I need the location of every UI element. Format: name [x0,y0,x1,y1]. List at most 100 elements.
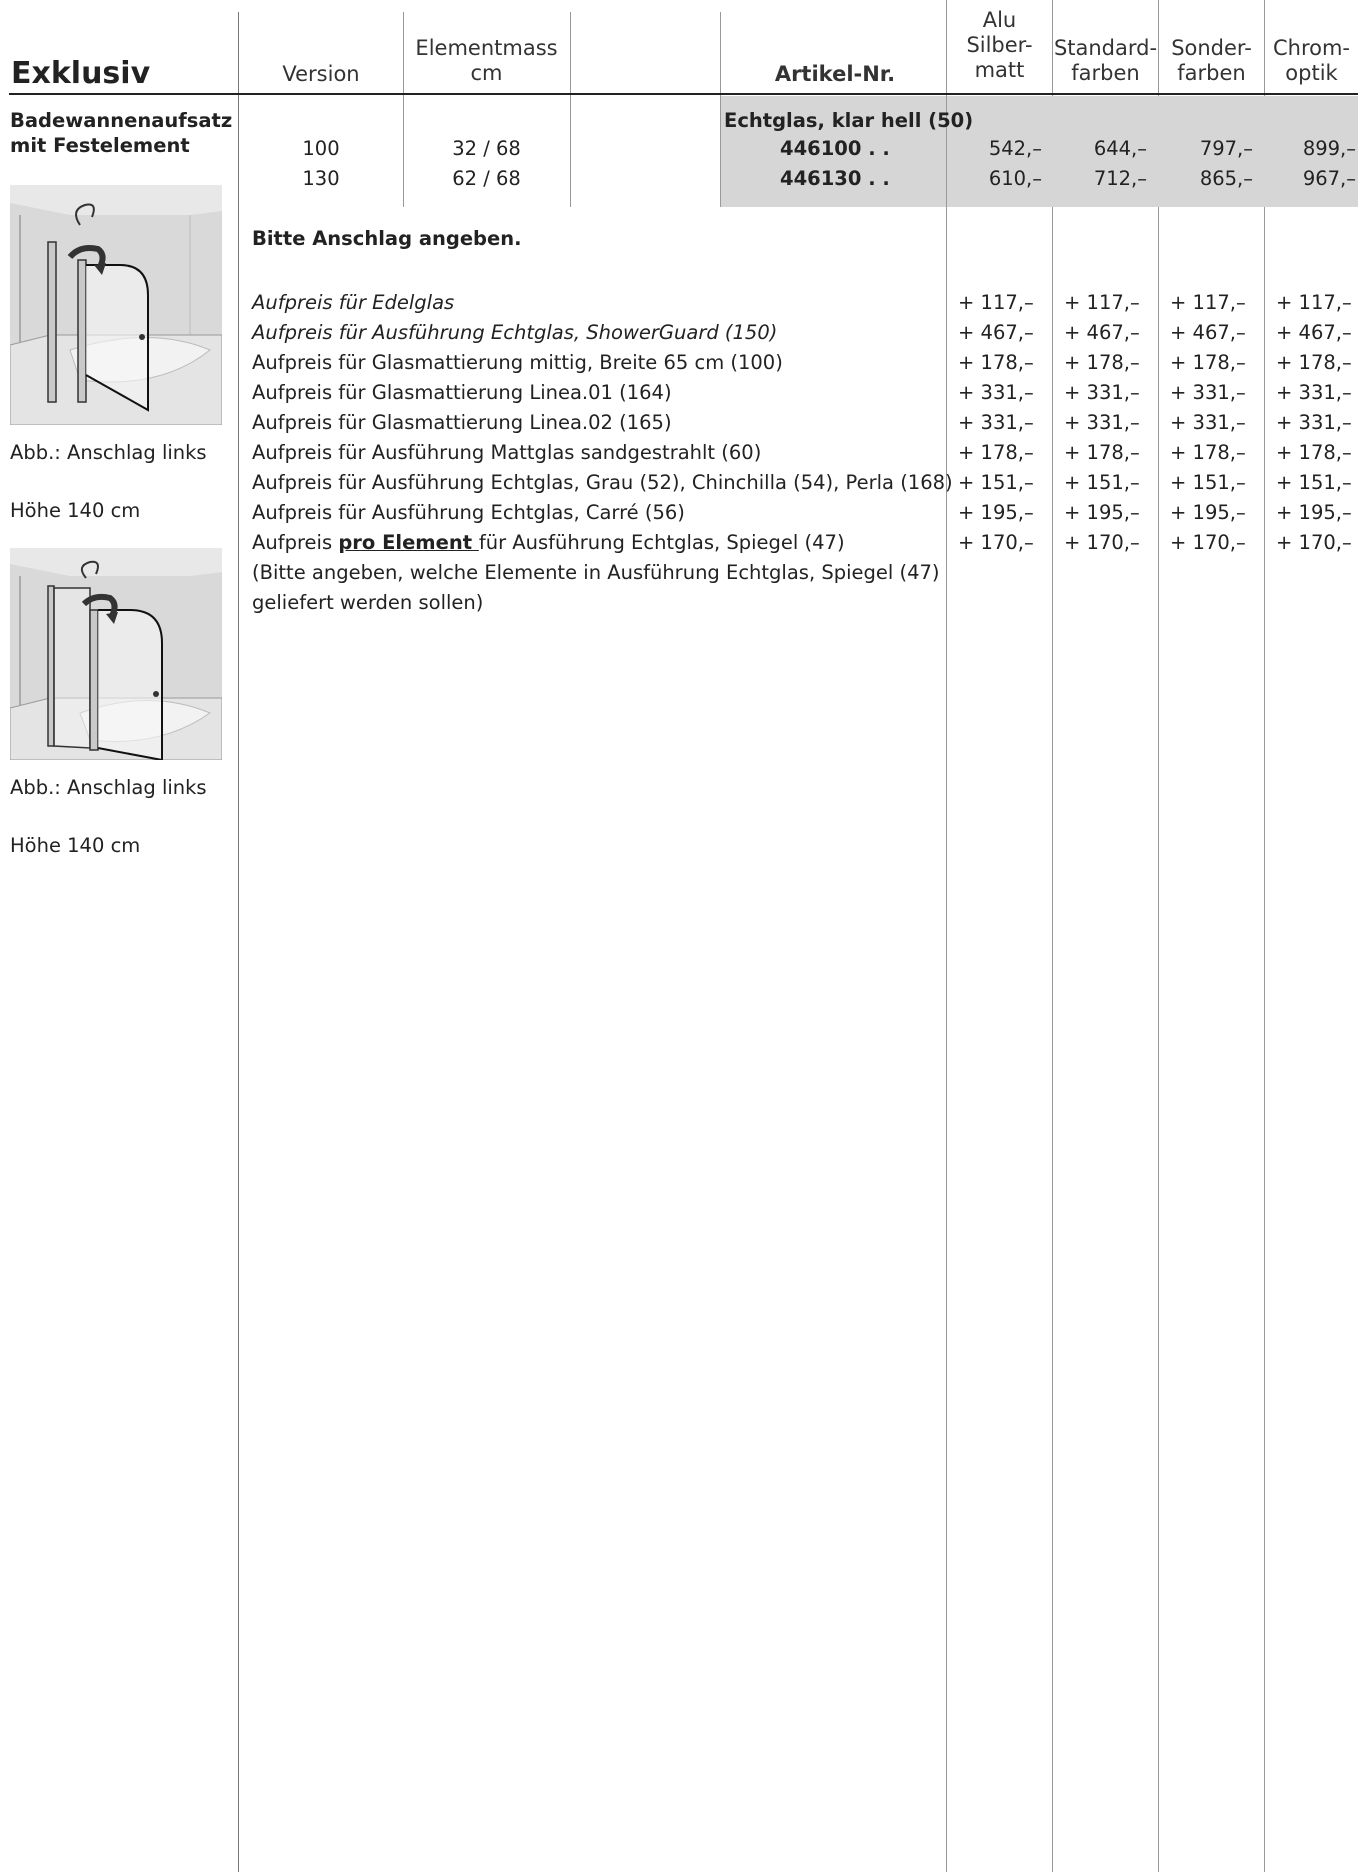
image-caption: Abb.: Anschlag links [10,776,207,799]
surcharge-price-alu: + 331,– [958,381,1034,404]
surcharge-price-sonder: + 178,– [1170,441,1246,464]
header-std-line1: Standard- [1053,36,1158,60]
surcharge-price-chrom: + 178,– [1276,351,1352,374]
image-height: Höhe 140 cm [10,499,141,522]
header-artikel: Artikel-Nr. [774,62,896,86]
product-name-line2: mit Festelement [10,134,190,157]
surcharge-label: Aufpreis für Ausführung Echtglas, Carré … [252,501,685,524]
image-height: Höhe 140 cm [10,834,141,857]
divider-mass [570,12,571,207]
divider-left [238,12,239,1872]
surcharge-price-chrom: + 151,– [1276,471,1352,494]
divider-alu [946,0,947,1872]
row-price-sonder: 865,– [1199,167,1253,190]
surcharge-price-std: + 331,– [1064,411,1140,434]
header-elementmass: Elementmass cm [404,36,569,86]
surcharge-label: Aufpreis für Glasmattierung Linea.01 (16… [252,381,672,404]
surcharge-price-chrom: + 331,– [1276,411,1352,434]
header-alu-line2: Silber- [966,33,1033,57]
header-std-line2: farben [1071,61,1140,85]
header-version: Version [282,62,360,86]
shower-screen-icon [10,185,222,425]
spiegel-price-std: + 170,– [1064,531,1140,554]
product-name: Badewannenaufsatz mit Festelement [10,108,232,158]
surcharge-label: Aufpreis für Ausführung Mattglas sandges… [252,441,762,464]
surcharge-label: Aufpreis für Glasmattierung mittig, Brei… [252,351,783,374]
surcharge-price-chrom: + 195,– [1276,501,1352,524]
spiegel-price-chrom: + 170,– [1276,531,1352,554]
spiegel-note-1: (Bitte angeben, welche Elemente in Ausfü… [252,561,940,584]
surcharge-price-alu: + 178,– [958,441,1034,464]
spiegel-label: Aufpreis pro Element für Ausführung Echt… [252,530,845,555]
divider-sonder [1158,0,1159,1872]
surcharge-price-alu: + 117,– [958,291,1034,314]
header-sonder-line2: farben [1177,61,1246,85]
surcharge-price-std: + 178,– [1064,441,1140,464]
anschlag-note: Bitte Anschlag angeben. [252,227,522,250]
row-version: 100 [302,137,340,160]
surcharge-price-chrom: + 331,– [1276,381,1352,404]
header-rule [9,93,1358,95]
surcharge-price-alu: + 331,– [958,411,1034,434]
surcharge-price-chrom: + 467,– [1276,321,1352,344]
spiegel-price-sonder: + 170,– [1170,531,1246,554]
shower-screen-illustration-1 [10,185,222,425]
surcharge-price-std: + 117,– [1064,291,1140,314]
surcharge-price-alu: + 195,– [958,501,1034,524]
surcharge-price-std: + 151,– [1064,471,1140,494]
row-price-std: 644,– [1093,137,1147,160]
header-std: Standard- farben [1053,36,1158,86]
row-artikel: 446130 . . [780,167,890,190]
divider-chrom [1264,0,1265,1872]
surcharge-label: Aufpreis für Ausführung Echtglas, Grau (… [252,471,953,494]
divider-std [1052,0,1053,1872]
surcharge-price-sonder: + 331,– [1170,411,1246,434]
spiegel-price-alu: + 170,– [958,531,1034,554]
spiegel-bold: pro Element [338,531,479,554]
row-price-sonder: 797,– [1199,137,1253,160]
row-price-alu: 542,– [988,137,1042,160]
surcharge-label: Aufpreis für Glasmattierung Linea.02 (16… [252,411,672,434]
surcharge-price-chrom: + 178,– [1276,441,1352,464]
image-caption: Abb.: Anschlag links [10,441,207,464]
surcharge-price-alu: + 151,– [958,471,1034,494]
row-price-std: 712,– [1093,167,1147,190]
surcharge-price-std: + 467,– [1064,321,1140,344]
shower-screen-illustration-2 [10,548,222,760]
surcharge-price-sonder: + 331,– [1170,381,1246,404]
surcharge-label: Aufpreis für Ausführung Echtglas, Shower… [252,321,778,344]
surcharge-price-sonder: + 151,– [1170,471,1246,494]
header-alu: Alu Silber- matt [947,8,1052,83]
surcharge-price-std: + 331,– [1064,381,1140,404]
row-price-chrom: 967,– [1302,167,1356,190]
header-sonder-line1: Sonder- [1171,36,1252,60]
header-chrom-line1: Chrom- [1272,36,1351,60]
glass-label: Echtglas, klar hell (50) [724,109,974,132]
row-mass: 62 / 68 [452,167,521,190]
header-alu-line3: matt [974,58,1025,82]
surcharge-price-chrom: + 117,– [1276,291,1352,314]
spiegel-prefix: Aufpreis [252,531,339,554]
header-elementmass-line2: cm [470,61,503,85]
product-name-line1: Badewannenaufsatz [10,109,233,132]
surcharge-price-std: + 195,– [1064,501,1140,524]
surcharge-price-std: + 178,– [1064,351,1140,374]
row-price-alu: 610,– [988,167,1042,190]
row-artikel: 446100 . . [780,137,890,160]
surcharge-price-alu: + 178,– [958,351,1034,374]
row-price-chrom: 899,– [1302,137,1356,160]
header-chrom: Chrom- optik [1265,36,1358,86]
spiegel-suffix: für Ausführung Echtglas, Spiegel (47) [478,531,845,554]
surcharge-price-sonder: + 178,– [1170,351,1246,374]
header-elementmass-line1: Elementmass [415,36,558,60]
surcharge-price-alu: + 467,– [958,321,1034,344]
header-sonder: Sonder- farben [1159,36,1264,86]
surcharge-price-sonder: + 467,– [1170,321,1246,344]
row-version: 130 [302,167,340,190]
header-alu-line1: Alu [982,8,1017,32]
surcharge-price-sonder: + 195,– [1170,501,1246,524]
header-chrom-line2: optik [1285,61,1338,85]
shower-screen-icon [10,548,222,760]
surcharge-price-sonder: + 117,– [1170,291,1246,314]
row-mass: 32 / 68 [452,137,521,160]
